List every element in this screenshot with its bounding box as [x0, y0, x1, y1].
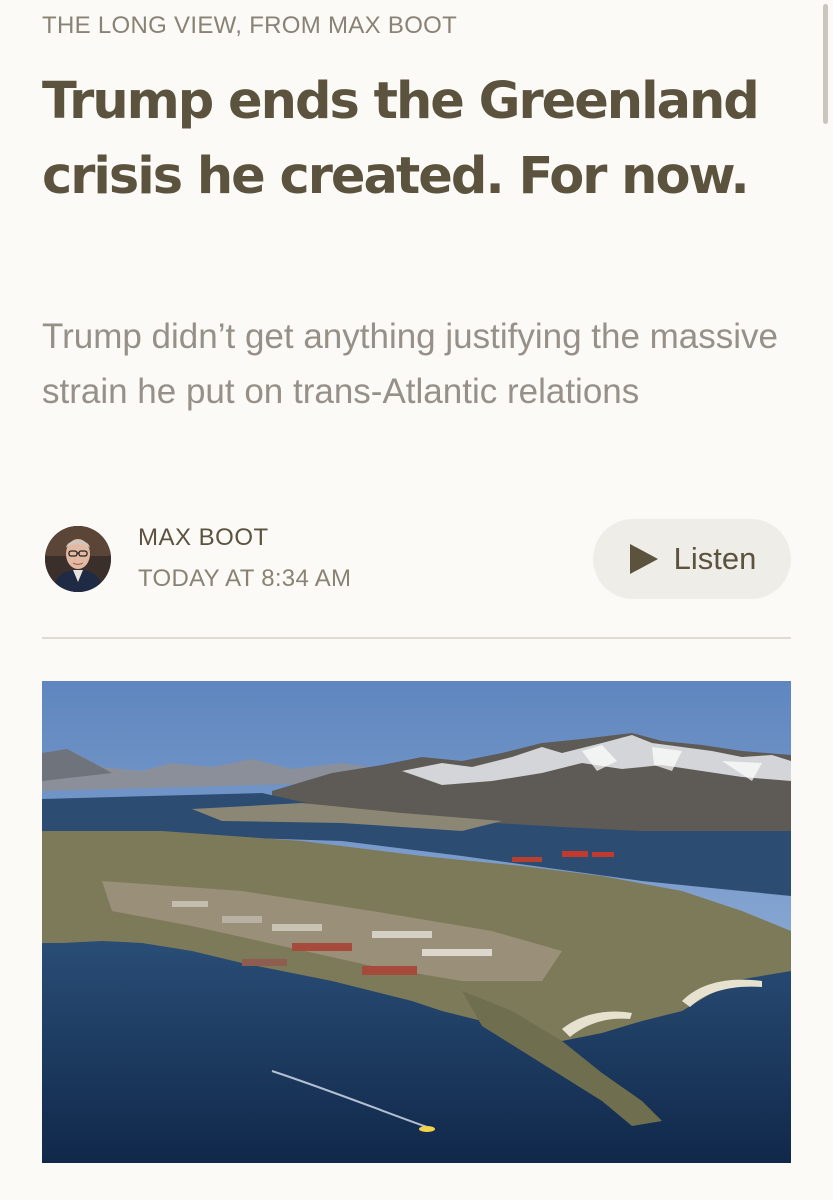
article-subheadline: Trump didn’t get anything justifying the…	[42, 317, 779, 411]
listen-button-label: Listen	[673, 541, 757, 576]
section-kicker[interactable]: THE LONG VIEW, FROM MAX BOOT	[42, 12, 457, 40]
author-photo	[45, 526, 111, 592]
section-divider	[42, 637, 791, 639]
listen-button[interactable]: Listen	[593, 519, 791, 599]
author-avatar[interactable]	[45, 526, 111, 592]
publish-timestamp: TODAY AT 8:34 AM	[138, 565, 352, 592]
article-hero-image[interactable]	[42, 681, 791, 1163]
author-name[interactable]: MAX BOOT	[138, 524, 269, 552]
article-headline: Trump ends the Greenland crisis he creat…	[42, 72, 760, 206]
greenland-aerial-photo	[42, 681, 791, 1163]
play-icon	[629, 544, 658, 574]
scrollbar[interactable]	[823, 4, 828, 124]
